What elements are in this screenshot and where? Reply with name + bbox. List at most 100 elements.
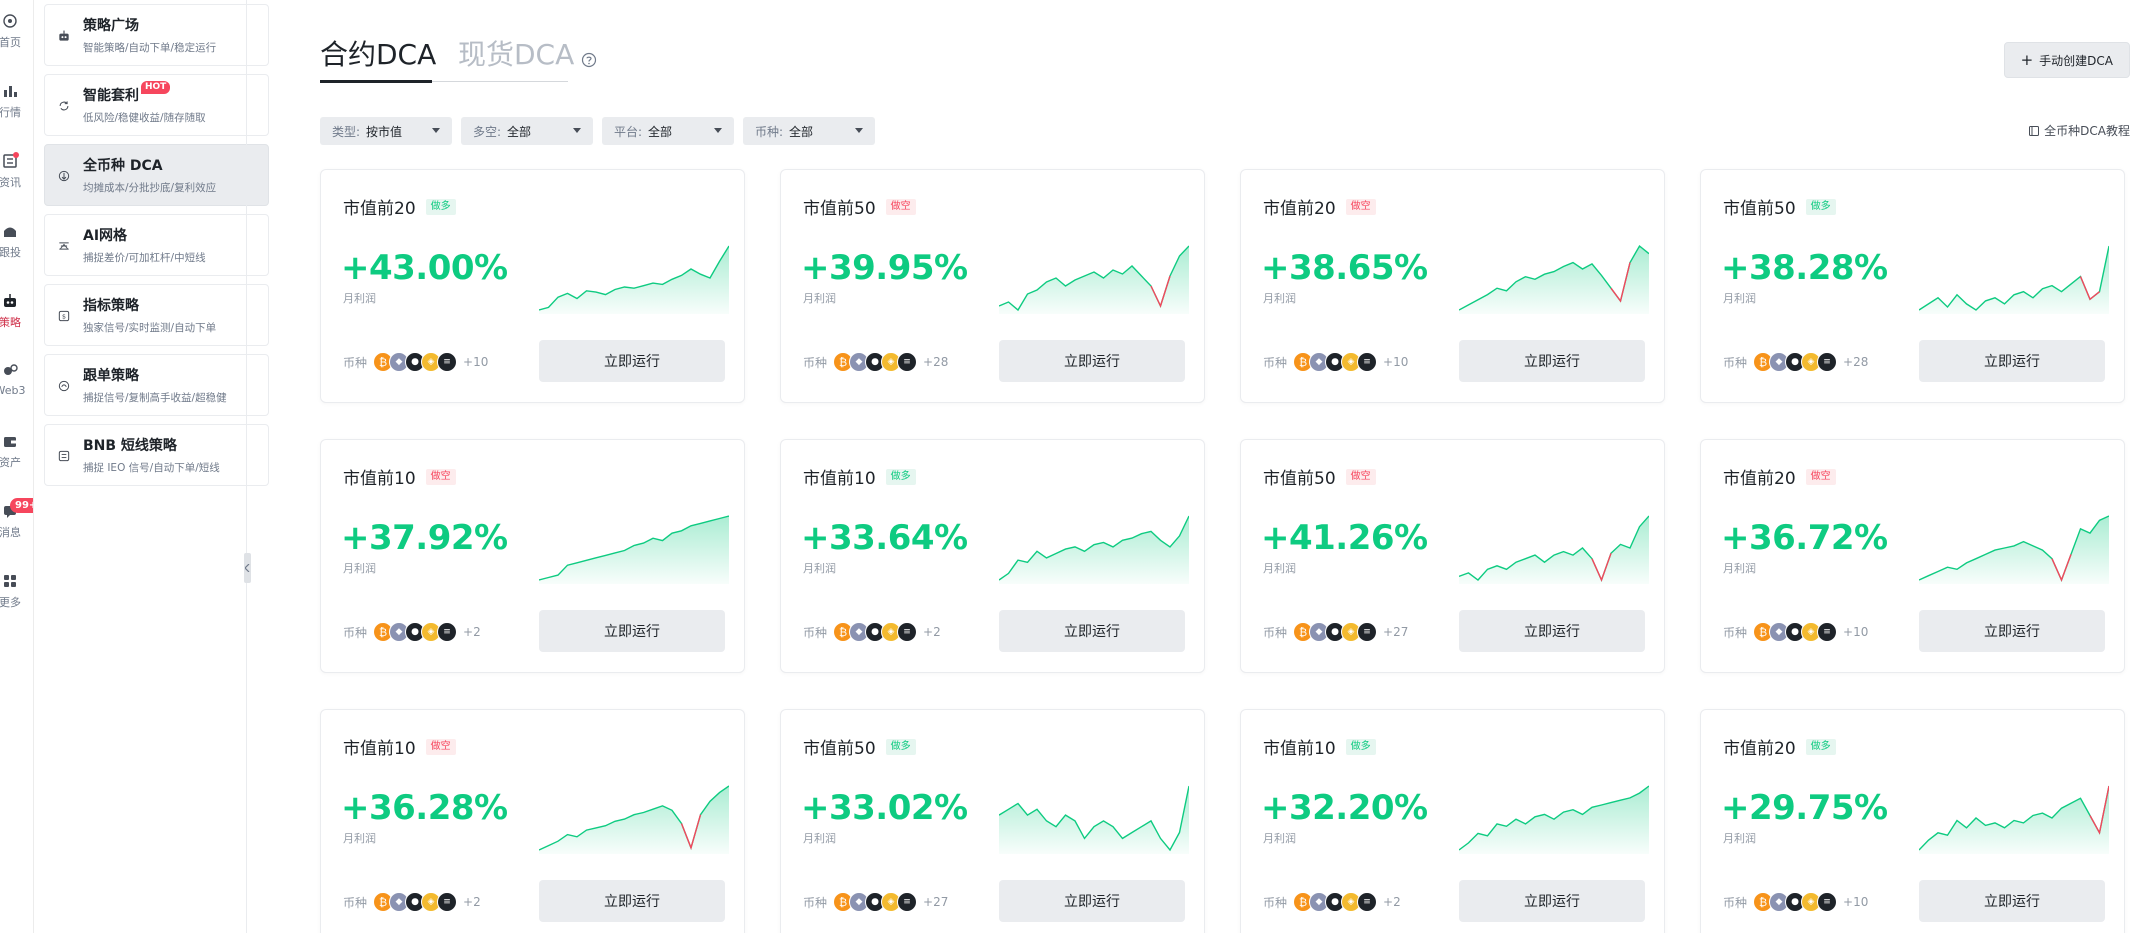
coin-row: 币种 ₿ ◆ ● ◈ ≡ +10 [1723, 622, 1868, 642]
coins-label: 币种 [1263, 355, 1288, 370]
run-now-button[interactable]: 立即运行 [1459, 880, 1645, 922]
monthly-profit-value: +37.92% [341, 518, 508, 558]
follow-icon [1, 222, 19, 240]
side-tag: 做空 [425, 738, 456, 755]
strategy-card[interactable]: 市值前50 做多 +38.28% 月利润 币种 ₿ ◆ ● ◈ ≡ +28 立即运行 [1700, 169, 2125, 403]
strategy-card[interactable]: 市值前20 做多 +29.75% 月利润 币种 ₿ ◆ ● ◈ ≡ +10 立即运行 [1700, 709, 2125, 933]
monthly-profit-value: +33.64% [801, 518, 968, 558]
filter-dropdown-3[interactable]: 币种: 全部 [743, 117, 875, 145]
filter-value: 全部 [507, 124, 532, 139]
rail-item-0[interactable]: 首页 [0, 12, 30, 64]
card-title: 市值前20 [1723, 739, 1796, 759]
strategy-card[interactable]: 市值前50 做空 +39.95% 月利润 币种 ₿ ◆ ● ◈ ≡ +28 立即运行 [780, 169, 1205, 403]
run-now-button[interactable]: 立即运行 [999, 880, 1185, 922]
manual-create-dca-button[interactable]: + 手动创建DCA [2003, 42, 2130, 78]
rail-item-label: 消息 [0, 526, 21, 539]
profit-sparkline [999, 785, 1189, 854]
menu-item-subtitle: 均摊成本/分批抄底/复利效应 [83, 182, 217, 194]
stable-coin-icon: ≡ [897, 892, 918, 912]
rail-item-label: 行情 [0, 106, 21, 119]
card-title: 市值前10 [803, 469, 876, 489]
monthly-profit-label: 月利润 [343, 562, 376, 575]
more-coins-count: +27 [1383, 625, 1409, 639]
card-title: 市值前10 [343, 739, 416, 759]
filter-dropdown-1[interactable]: 多空: 全部 [461, 117, 593, 145]
collapse-sidebar-handle[interactable] [244, 553, 251, 583]
coins-label: 币种 [343, 355, 368, 370]
menu-item-6[interactable]: BNB 短线策略 捕捉 IEO 信号/自动下单/短线 [44, 424, 269, 486]
robot-icon [57, 28, 71, 42]
strategy-card[interactable]: 市值前10 做多 +33.64% 月利润 币种 ₿ ◆ ● ◈ ≡ +2 立即运行 [780, 439, 1205, 673]
menu-item-0[interactable]: 策略广场 智能策略/自动下单/稳定运行 [44, 4, 269, 66]
notification-dot [13, 152, 19, 158]
run-now-button[interactable]: 立即运行 [1919, 340, 2105, 382]
sparkline-area [1459, 246, 1649, 314]
monthly-profit-value: +43.00% [341, 248, 508, 288]
icon-rail: 首页 行情 资讯 跟投 策略 Web3 资产 消息 99+ 更多 [0, 0, 34, 933]
menu-item-4[interactable]: $ 指标策略 独家信号/实时监测/自动下单 [44, 284, 269, 346]
coins-label: 币种 [1723, 355, 1748, 370]
filter-dropdown-0[interactable]: 类型: 按市值 [320, 117, 452, 145]
sparkline-area [1919, 516, 2109, 584]
strategy-card[interactable]: 市值前20 做多 +43.00% 月利润 币种 ₿ ◆ ● ◈ ≡ +10 立即运行 [320, 169, 745, 403]
rail-item-label: 策略 [0, 316, 21, 329]
card-title: 市值前50 [1263, 469, 1336, 489]
sparkline-area [539, 786, 729, 854]
strategy-card[interactable]: 市值前10 做多 +32.20% 月利润 币种 ₿ ◆ ● ◈ ≡ +2 立即运行 [1240, 709, 1665, 933]
strategy-card[interactable]: 市值前10 做空 +36.28% 月利润 币种 ₿ ◆ ● ◈ ≡ +2 立即运行 [320, 709, 745, 933]
run-now-button[interactable]: 立即运行 [1459, 340, 1645, 382]
strategy-card[interactable]: 市值前20 做空 +38.65% 月利润 币种 ₿ ◆ ● ◈ ≡ +10 立即运行 [1240, 169, 1665, 403]
rail-item-2[interactable]: 资讯 [0, 152, 30, 204]
side-tag: 做多 [1805, 738, 1836, 755]
coin-row: 币种 ₿ ◆ ● ◈ ≡ +2 [343, 892, 481, 912]
tab-contract-dca[interactable]: 合约DCA [320, 38, 436, 72]
caret-down-icon [855, 128, 863, 133]
filter-dropdown-2[interactable]: 平台: 全部 [602, 117, 734, 145]
unread-badge: 99+ [10, 498, 33, 513]
grid-icon [1, 572, 19, 590]
tab-spot-dca[interactable]: 现货DCA [458, 38, 574, 72]
run-now-button[interactable]: 立即运行 [1459, 610, 1645, 652]
rail-item-6[interactable]: 资产 [0, 432, 30, 484]
monthly-profit-value: +38.65% [1261, 248, 1428, 288]
menu-item-1[interactable]: 智能套利 HOT 低风险/稳健收益/随存随取 [44, 74, 269, 136]
card-title: 市值前20 [343, 199, 416, 219]
run-now-button[interactable]: 立即运行 [999, 610, 1185, 652]
rail-item-label: 资讯 [0, 176, 21, 189]
strategy-card[interactable]: 市值前50 做空 +41.26% 月利润 币种 ₿ ◆ ● ◈ ≡ +27 立即运行 [1240, 439, 1665, 673]
strategy-card[interactable]: 市值前50 做多 +33.02% 月利润 币种 ₿ ◆ ● ◈ ≡ +27 立即运行 [780, 709, 1205, 933]
side-tag: 做空 [1345, 198, 1376, 215]
strategy-card[interactable]: 市值前20 做空 +36.72% 月利润 币种 ₿ ◆ ● ◈ ≡ +10 立即运行 [1700, 439, 2125, 673]
menu-item-5[interactable]: 跟单策略 捕捉信号/复制高手收益/超稳健 [44, 354, 269, 416]
card-title: 市值前10 [343, 469, 416, 489]
run-now-button[interactable]: 立即运行 [539, 340, 725, 382]
run-now-button[interactable]: 立即运行 [1919, 610, 2105, 652]
menu-item-title: 策略广场 [83, 18, 139, 34]
dca-tutorial-link[interactable]: 全币种DCA教程 [2028, 122, 2130, 139]
more-coins-count: +28 [1843, 355, 1869, 369]
rail-item-1[interactable]: 行情 [0, 82, 30, 134]
help-icon[interactable] [581, 52, 597, 68]
coins-label: 币种 [803, 625, 828, 640]
menu-item-subtitle: 捕捉信号/复制高手收益/超稳健 [83, 392, 227, 404]
menu-item-2[interactable]: 全币种 DCA 均摊成本/分批抄底/复利效应 [44, 144, 269, 206]
monthly-profit-label: 月利润 [803, 562, 836, 575]
rail-item-3[interactable]: 跟投 [0, 222, 30, 274]
menu-item-title: 智能套利 [83, 88, 139, 104]
coin-row: 币种 ₿ ◆ ● ◈ ≡ +2 [1263, 892, 1401, 912]
run-now-button[interactable]: 立即运行 [1919, 880, 2105, 922]
run-now-button[interactable]: 立即运行 [999, 340, 1185, 382]
rail-item-8[interactable]: 更多 [0, 572, 30, 624]
robot-icon [1, 292, 19, 310]
wallet-icon [1, 432, 19, 450]
rail-item-5[interactable]: Web3 [0, 362, 30, 414]
card-title: 市值前50 [1723, 199, 1796, 219]
card-title: 市值前10 [1263, 739, 1336, 759]
book-icon [2029, 125, 2040, 136]
rail-item-4[interactable]: 策略 [0, 292, 30, 344]
strategy-card[interactable]: 市值前10 做空 +37.92% 月利润 币种 ₿ ◆ ● ◈ ≡ +2 立即运行 [320, 439, 745, 673]
run-now-button[interactable]: 立即运行 [539, 610, 725, 652]
run-now-button[interactable]: 立即运行 [539, 880, 725, 922]
rail-item-7[interactable]: 消息 99+ [0, 498, 33, 554]
menu-item-3[interactable]: AI网格 捕捉差价/可加杠杆/中短线 [44, 214, 269, 276]
